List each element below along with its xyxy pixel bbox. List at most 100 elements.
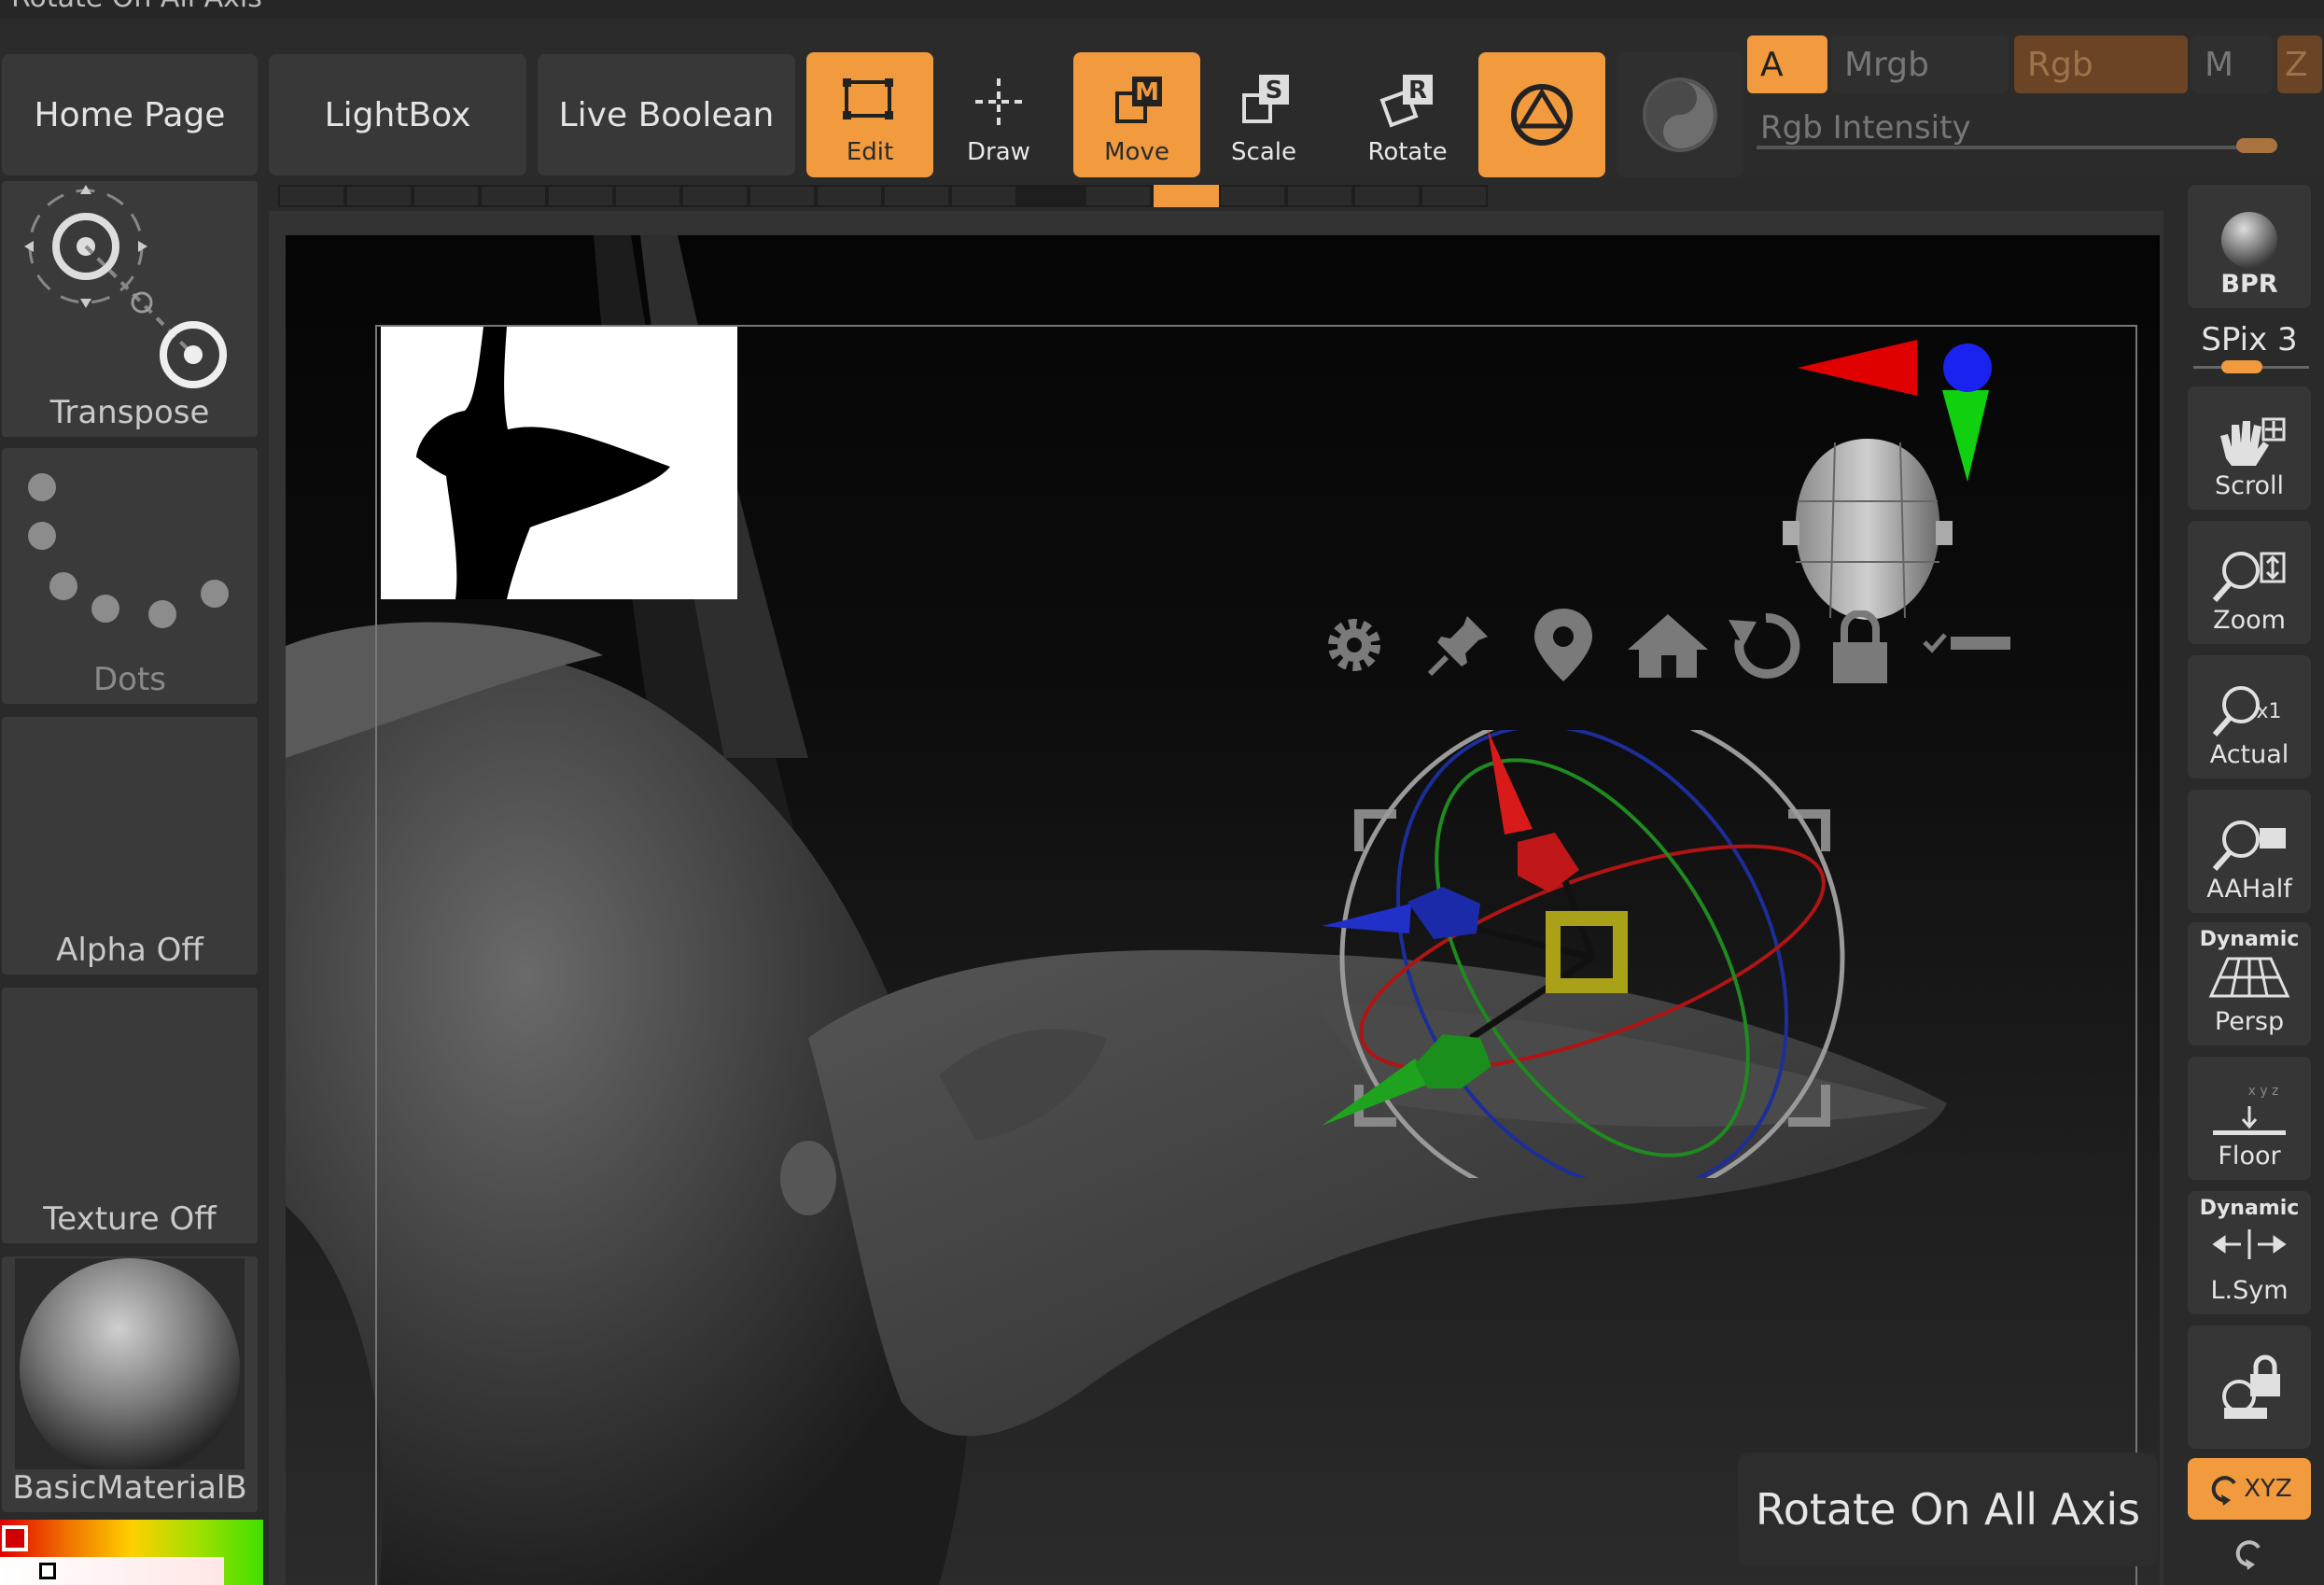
home-page-button[interactable]: Home Page (2, 54, 258, 175)
gizmo-lock-icon[interactable] (1827, 610, 1893, 683)
svg-text:x y z: x y z (2248, 1084, 2279, 1099)
transpose-brush-slot[interactable]: Transpose (2, 181, 258, 437)
actual-button[interactable]: x1 Actual (2188, 655, 2311, 778)
scale-button[interactable]: S Scale (1200, 52, 1327, 177)
local-symmetry-icon (2212, 1229, 2287, 1259)
material-sphere-icon (15, 1258, 245, 1469)
transpose-gizmo[interactable] (1322, 730, 1882, 1178)
transpose-icon (24, 185, 227, 388)
mrgb-mode-button[interactable]: Mrgb (1831, 35, 2009, 93)
gizmo-z-handle (1407, 887, 1480, 939)
main-color-swatch[interactable] (2, 1525, 28, 1551)
floor-button[interactable]: x y z Floor (2188, 1057, 2311, 1180)
draw-label: Draw (967, 138, 1030, 166)
a-mode-button[interactable]: A (1747, 35, 1827, 93)
top-toolbar: Home Page LightBox Live Boolean Edit Dra… (0, 19, 2324, 177)
rotate-button[interactable]: R Rotate (1344, 52, 1471, 177)
scale-label: Scale (1231, 138, 1296, 166)
gizmo-z-arrow (1322, 904, 1411, 933)
tooltip: Rotate On All Axis (1738, 1452, 2158, 1566)
texture-slot[interactable]: Texture Off (2, 988, 258, 1243)
rgb-intensity-slider-handle[interactable] (2236, 138, 2277, 153)
persp-button[interactable]: Dynamic Persp (2188, 922, 2311, 1045)
z-axis-dot (1943, 344, 1992, 392)
scale-icon: S (1242, 75, 1289, 123)
transpose-label: Transpose (49, 394, 210, 431)
texture-label: Texture Off (43, 1200, 217, 1238)
svg-text:x1: x1 (2256, 700, 2281, 723)
spix-slider-handle[interactable] (2221, 360, 2262, 373)
dots-label: Dots (92, 661, 167, 698)
bpr-button[interactable]: BPR (2188, 185, 2311, 308)
rotate-xyz-icon (2212, 1476, 2236, 1506)
rotate-y-icon[interactable] (2231, 1535, 2268, 1576)
stroke-slot[interactable]: Dots (2, 448, 258, 704)
m-mode-button[interactable]: M (2191, 35, 2272, 93)
x-axis-arrow (1798, 340, 1917, 396)
3d-viewport[interactable] (286, 235, 2160, 1585)
gizmo-y-handle (1415, 1034, 1491, 1088)
timeline-active-marker (1154, 185, 1219, 207)
spotlight-icon (1643, 77, 1717, 152)
gizmo-pin-icon[interactable] (1426, 612, 1491, 678)
edit-icon (843, 78, 893, 119)
gizmo-3d-icon (1511, 84, 1573, 146)
aahalf-label: AAHalf (2206, 875, 2292, 904)
color-value-strip[interactable] (0, 1557, 224, 1585)
bpr-label: BPR (2220, 270, 2278, 299)
alpha-label: Alpha Off (56, 932, 203, 969)
secondary-color-swatch[interactable] (39, 1563, 56, 1579)
timeline-strip[interactable] (278, 185, 1488, 207)
gizmo-x-arrow (1488, 730, 1533, 835)
gizmo-collapse-icon[interactable] (1921, 627, 2014, 659)
draw-icon (975, 78, 1022, 125)
gizmo-settings-icon[interactable] (1322, 612, 1387, 678)
actual-label: Actual (2209, 740, 2289, 769)
lsym-button[interactable]: Dynamic L.Sym (2188, 1191, 2311, 1314)
edit-label: Edit (846, 138, 894, 166)
move-key: M (1135, 78, 1159, 106)
rotate-key: R (1408, 77, 1427, 105)
aahalf-button[interactable]: AAHalf (2188, 790, 2311, 913)
rgb-intensity-track (1757, 146, 2261, 149)
persp-label: Persp (2214, 1007, 2285, 1036)
move-button[interactable]: M Move (1073, 52, 1200, 177)
window-title: Rotate On All Axis (11, 0, 262, 14)
color-picker[interactable] (0, 1520, 263, 1585)
scroll-hand-icon (2220, 417, 2286, 466)
draw-button[interactable]: Draw (935, 52, 1062, 177)
lock-camera-button[interactable] (2188, 1326, 2311, 1449)
move-label: Move (1104, 138, 1169, 166)
rotate-xyz-button[interactable]: XYZ (2188, 1458, 2311, 1520)
z-mode-button[interactable]: Z (2277, 35, 2322, 93)
rotate-icon: R (1379, 75, 1433, 128)
rotate-xyz-label: XYZ (2244, 1475, 2292, 1503)
title-bar: Rotate On All Axis (0, 0, 2324, 19)
scroll-button[interactable]: Scroll (2188, 386, 2311, 510)
actual-size-icon: x1 (2212, 686, 2282, 736)
lock-camera-icon (2222, 1354, 2280, 1419)
dots-stroke-icon (28, 473, 229, 628)
persp-dynamic-label: Dynamic (2199, 928, 2300, 951)
scroll-label: Scroll (2214, 471, 2284, 500)
head-orientation-icon[interactable] (1779, 431, 1956, 627)
perspective-grid-icon (2208, 957, 2290, 998)
zoom-magnifier-icon (2212, 552, 2286, 602)
zoom-label: Zoom (2213, 606, 2286, 635)
spotlight-button[interactable] (1617, 52, 1743, 177)
move-icon: M (1115, 77, 1162, 123)
live-boolean-button[interactable]: Live Boolean (538, 54, 795, 175)
alpha-slot[interactable]: Alpha Off (2, 717, 258, 975)
gizmo-reset-icon[interactable] (1729, 609, 1803, 683)
gizmo-home-icon[interactable] (1626, 612, 1710, 678)
gizmo-location-pin-icon[interactable] (1531, 607, 1596, 683)
rgb-mode-button[interactable]: Rgb (2014, 35, 2188, 93)
edit-button[interactable]: Edit (806, 52, 933, 177)
material-slot[interactable]: BasicMaterialB (2, 1256, 258, 1512)
scale-key: S (1266, 77, 1283, 105)
lightbox-button[interactable]: LightBox (269, 54, 526, 175)
bpr-sphere-icon (2221, 212, 2277, 268)
floor-grid-icon: x y z (2213, 1084, 2286, 1135)
gizmo-toggle-button[interactable] (1478, 52, 1605, 177)
zoom-button[interactable]: Zoom (2188, 521, 2311, 644)
